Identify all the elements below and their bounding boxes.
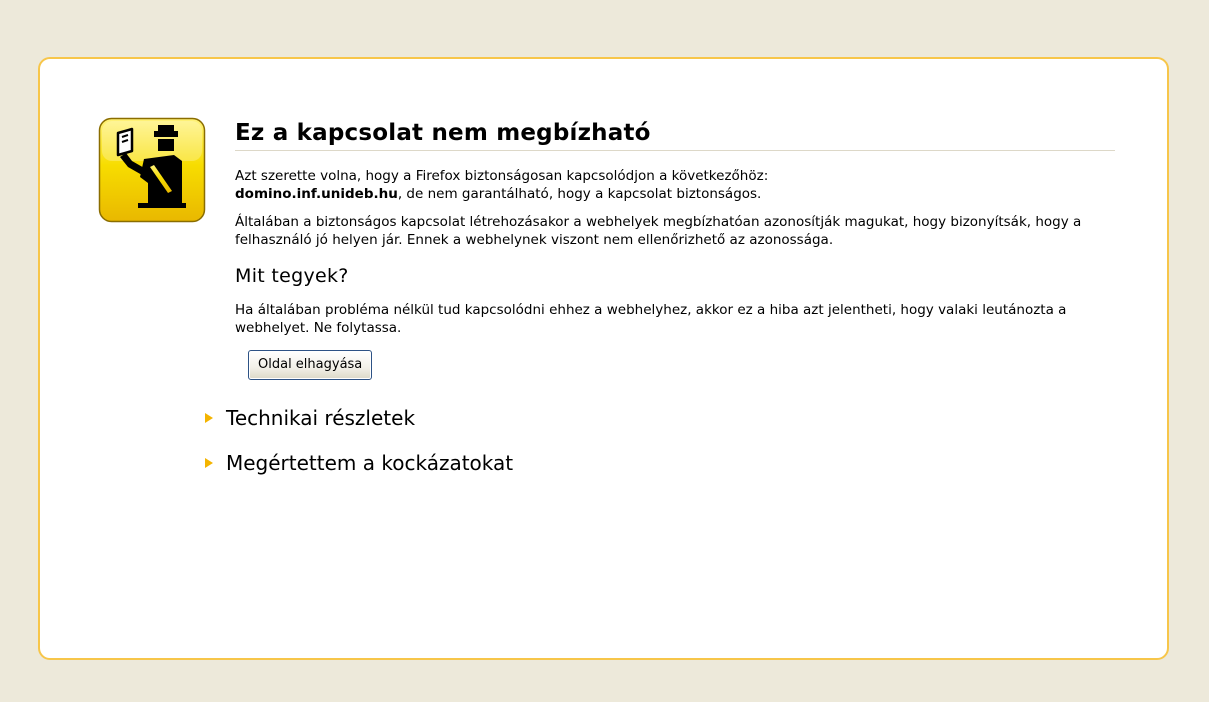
error-page-container: Ez a kapcsolat nem megbízható Azt szeret… (38, 57, 1169, 660)
error-title: Ez a kapcsolat nem megbízható (235, 117, 1115, 151)
triangle-right-icon (205, 458, 213, 468)
intro-text: Azt szerette volna, hogy a Firefox bizto… (235, 168, 769, 184)
technical-details-label: Technikai részletek (226, 406, 416, 430)
intro-text-continued: , de nem garantálható, hogy a kapcsolat … (397, 186, 762, 202)
button-container: Oldal elhagyása (248, 350, 1115, 380)
intro-paragraph: Azt szerette volna, hogy a Firefox bizto… (235, 167, 1115, 203)
explanation-paragraph: Általában a biztonságos kapcsolat létreh… (235, 214, 1082, 248)
error-content: Ez a kapcsolat nem megbízható Azt szeret… (205, 117, 1115, 475)
host-name: domino.inf.unideb.hu (235, 186, 398, 202)
what-to-do-heading: Mit tegyek? (235, 265, 349, 287)
what-to-do-paragraph: Ha általában probléma nélkül tud kapcsol… (235, 302, 1067, 336)
security-officer-icon (98, 117, 206, 223)
technical-details-expander[interactable]: Technikai részletek (205, 406, 1115, 430)
understand-risks-label: Megértettem a kockázatokat (226, 451, 514, 475)
leave-page-button[interactable]: Oldal elhagyása (248, 350, 373, 380)
triangle-right-icon (205, 413, 213, 423)
understand-risks-expander[interactable]: Megértettem a kockázatokat (205, 451, 1115, 475)
